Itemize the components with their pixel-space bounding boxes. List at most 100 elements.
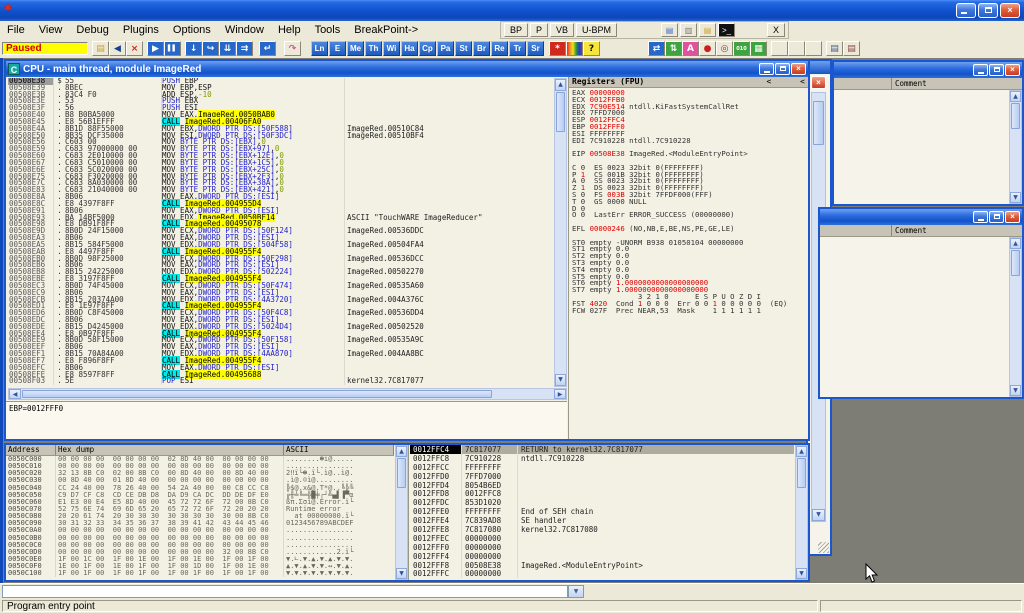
stack-row[interactable]: 0012FFFC00000000: [410, 569, 794, 578]
disasm-row[interactable]: 00508EB0.8B0D 98F25000MOV ECX,DWORD PTR …: [8, 256, 554, 263]
disasm-row[interactable]: 00508E3E.53PUSH EBX: [8, 98, 554, 105]
bp-toolbar-button-vb[interactable]: VB: [550, 23, 574, 37]
menu-plugins[interactable]: Plugins: [116, 21, 166, 39]
step-into-icon[interactable]: ↓: [185, 41, 202, 56]
disassembly-vscrollbar[interactable]: ▲ ▼: [554, 78, 567, 387]
bp-toolbar-button-p[interactable]: P: [530, 23, 548, 37]
app-close-button[interactable]: ×: [1000, 3, 1020, 18]
w2-restore-button[interactable]: [989, 211, 1004, 223]
trace-icon[interactable]: ◎: [716, 41, 733, 56]
stack-row[interactable]: 0012FFDC853D1020: [410, 498, 794, 507]
dump-vscrollbar[interactable]: ▲ ▼: [395, 445, 408, 580]
appearance-icon[interactable]: [566, 41, 583, 56]
updown-icon[interactable]: ⇅: [665, 41, 682, 56]
stack-row[interactable]: 0012FFC87C910228ntdll.7C910228: [410, 454, 794, 463]
comment-window-1-titlebar[interactable]: ×: [834, 62, 1022, 78]
window-button-me[interactable]: Me: [347, 41, 364, 56]
binary-icon[interactable]: 010: [733, 41, 750, 56]
cpu-minimize-button[interactable]: [759, 63, 774, 75]
close-program-icon[interactable]: ×: [126, 41, 143, 56]
stack-vscrollbar[interactable]: ▲ ▼: [795, 445, 808, 580]
menu-tools[interactable]: Tools: [308, 21, 348, 39]
memory-icon[interactable]: ▦: [750, 41, 767, 56]
pause-icon[interactable]: ▌▌: [164, 41, 181, 56]
disassembly-hscrollbar[interactable]: ◀ ▶: [8, 388, 567, 400]
window-button-st[interactable]: St: [455, 41, 472, 56]
menu-view[interactable]: View: [32, 21, 70, 39]
w1-body[interactable]: [834, 90, 1009, 204]
execute-till-return-icon[interactable]: ↵: [259, 41, 276, 56]
app-restore-button[interactable]: [978, 3, 998, 18]
dump-column-hex[interactable]: Hex dump: [56, 445, 284, 455]
blank-button-1[interactable]: [771, 41, 788, 56]
w1-restore-button[interactable]: [989, 64, 1004, 76]
register-line[interactable]: O 0 LastErr ERROR_SUCCESS (00000000): [572, 212, 807, 219]
resize-grip[interactable]: [818, 542, 829, 553]
register-line[interactable]: FCW 027F Prec NEAR,53 Mask 1 1 1 1 1 1: [572, 308, 807, 315]
w1-minimize-button[interactable]: [973, 64, 988, 76]
disasm-row[interactable]: 00508EC3.8B0D 74F45000MOV ECX,DWORD PTR …: [8, 283, 554, 290]
log-icon[interactable]: ▤: [843, 41, 860, 56]
window-button-sr[interactable]: Sr: [527, 41, 544, 56]
stack-pane[interactable]: 0012FFC47C817077RETURN to kernel32.7C817…: [410, 445, 794, 580]
window-button-e[interactable]: E: [329, 41, 346, 56]
menu-options[interactable]: Options: [166, 21, 218, 39]
info-pane[interactable]: EBP=0012FFF0: [6, 401, 567, 439]
disasm-row[interactable]: 00508EE9.8B0D 58F15000MOV ECX,DWORD PTR …: [8, 337, 554, 344]
w2-scrollbar[interactable]: ▲ ▼: [1009, 237, 1022, 397]
disasm-row[interactable]: 00508EF7.E8 F896F8FFCALL ImageRed.004955…: [8, 358, 554, 365]
disasm-row[interactable]: 00508EFE.E8 8597F8FFCALL ImageRed.004956…: [8, 372, 554, 379]
book-icon[interactable]: ▥: [680, 23, 697, 37]
comment-window-2-titlebar[interactable]: ×: [820, 209, 1022, 225]
settings-icon[interactable]: *: [549, 41, 566, 56]
menu-window[interactable]: Window: [218, 21, 271, 39]
notes-icon[interactable]: ▤: [826, 41, 843, 56]
help-icon[interactable]: ?: [583, 41, 600, 56]
open-file-icon[interactable]: ▤: [92, 41, 109, 56]
stack-row[interactable]: 0012FFD07FFD7000: [410, 472, 794, 481]
blank-button-2[interactable]: [788, 41, 805, 56]
animate-over-icon[interactable]: ⇉: [236, 41, 253, 56]
animate-into-icon[interactable]: ⇊: [219, 41, 236, 56]
cpu-close-button[interactable]: ×: [791, 63, 806, 75]
disasm-row[interactable]: 00508ED6.8B0D C8F45000MOV ECX,DWORD PTR …: [8, 310, 554, 317]
menu-file[interactable]: File: [0, 21, 32, 39]
console-icon[interactable]: >_: [718, 23, 735, 37]
stack-row[interactable]: 0012FFEC00000000: [410, 534, 794, 543]
swap-icon[interactable]: ⇄: [648, 41, 665, 56]
stack-row[interactable]: 0012FFC47C817077RETURN to kernel32.7C817…: [410, 445, 794, 454]
register-line[interactable]: EDI 7C910228 ntdll.7C910228: [572, 138, 807, 145]
menu-breakpoint[interactable]: BreakPoint->: [347, 21, 425, 39]
window-button-cp[interactable]: Cp: [419, 41, 436, 56]
dump-column-ascii[interactable]: ASCII: [284, 445, 394, 455]
app-minimize-button[interactable]: [956, 3, 976, 18]
registers-list[interactable]: EAX 00000000ECX 0012FFB0EDX 7C90E514 ntd…: [572, 90, 807, 314]
w1-close-button[interactable]: ×: [1005, 64, 1020, 76]
disassembly-pane[interactable]: 00508E38$55PUSH EBP00508E39.8BECMOV EBP,…: [8, 78, 554, 386]
stack-row[interactable]: 0012FFD48054B6ED: [410, 481, 794, 490]
disasm-row[interactable]: 00508F03.5EPOP ESIkernel32.7C817077: [8, 378, 554, 385]
registers-header[interactable]: Registers (FPU) < <: [569, 77, 808, 88]
stack-row[interactable]: 0012FFF000000000: [410, 543, 794, 552]
bp-toolbar-button-u-bpm[interactable]: U-BPM: [576, 23, 617, 37]
disasm-row[interactable]: 00508E83.C683 21040000 00MOV BYTE PTR DS…: [8, 187, 554, 194]
run-icon[interactable]: ▶: [147, 41, 164, 56]
step-over-icon[interactable]: ↪: [202, 41, 219, 56]
breakpoint-icon[interactable]: ●: [699, 41, 716, 56]
w2-column-comment[interactable]: Comment: [892, 225, 1022, 236]
disasm-row[interactable]: 00508E38$55PUSH EBP: [8, 78, 554, 85]
window-button-th[interactable]: Th: [365, 41, 382, 56]
stack-row[interactable]: 0012FFF400000000: [410, 552, 794, 561]
w2-body[interactable]: [820, 237, 1009, 397]
window-button-re[interactable]: Re: [491, 41, 508, 56]
bp-toolbar-button-bp[interactable]: BP: [504, 23, 528, 37]
w2-close-button[interactable]: ×: [1005, 211, 1020, 223]
w1-column-blank[interactable]: [834, 78, 892, 89]
window-button-br[interactable]: Br: [473, 41, 490, 56]
register-line[interactable]: EFL 00000246 (NO,NB,E,BE,NS,PE,GE,LE): [572, 226, 807, 233]
assembler-icon[interactable]: A: [682, 41, 699, 56]
w2-minimize-button[interactable]: [973, 211, 988, 223]
disasm-row[interactable]: 00508E9D.8B0D 24F15000MOV ECX,DWORD PTR …: [8, 228, 554, 235]
register-line[interactable]: EIP 00508E38 ImageRed.<ModuleEntryPoint>: [572, 151, 807, 158]
window-button-tr[interactable]: Tr: [509, 41, 526, 56]
